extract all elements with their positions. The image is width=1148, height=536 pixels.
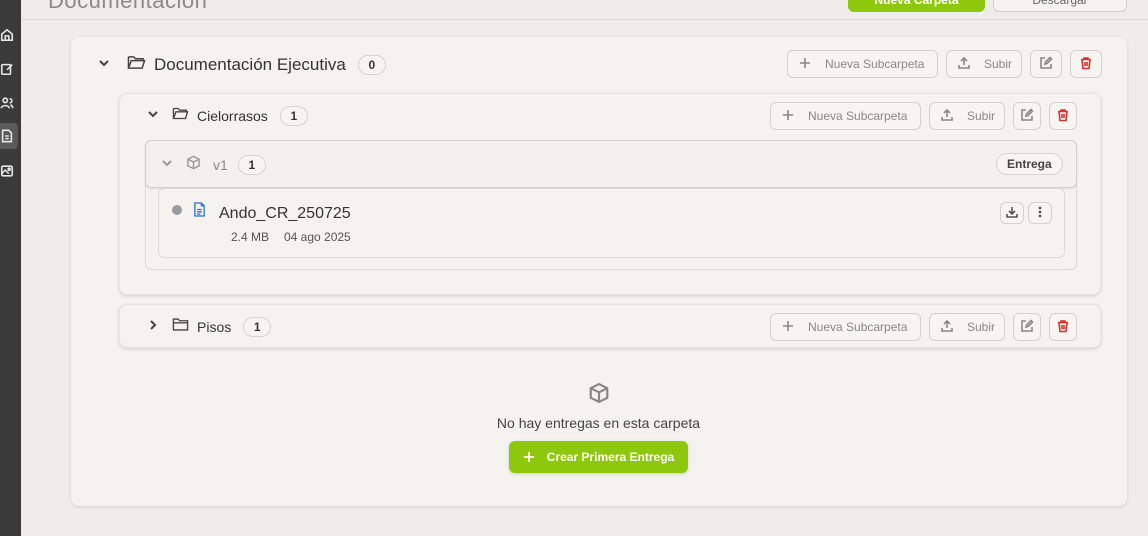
edit-folder-button[interactable]	[1013, 102, 1041, 130]
edit-folder-button[interactable]	[1030, 50, 1062, 78]
edit-icon[interactable]	[0, 56, 18, 82]
users-icon[interactable]	[0, 90, 18, 116]
upload-button[interactable]: Subir	[929, 102, 1005, 130]
edit-icon	[1020, 318, 1034, 336]
plus-icon	[798, 56, 812, 73]
page-title: Documentación	[48, 0, 208, 13]
version-name: v1	[213, 157, 228, 173]
edit-folder-button[interactable]	[1013, 313, 1041, 341]
upload-label: Subir	[984, 57, 1013, 71]
delete-folder-button[interactable]	[1049, 313, 1077, 341]
create-first-delivery-label: Crear Primera Entrega	[546, 450, 675, 464]
more-options-button[interactable]	[1028, 202, 1052, 224]
new-subfolder-label: Nueva Subcarpeta	[825, 57, 925, 71]
folder-open-icon	[172, 106, 189, 126]
home-icon[interactable]	[0, 22, 18, 48]
subfolder-name: Pisos	[197, 319, 232, 335]
status-dot	[172, 205, 182, 215]
more-vertical-icon	[1033, 205, 1047, 222]
trash-icon	[1056, 319, 1070, 336]
upload-label: Subir	[967, 109, 996, 123]
folder-open-icon	[127, 54, 146, 76]
documents-icon[interactable]	[0, 123, 18, 149]
file-text-icon	[193, 202, 206, 222]
file-size: 2.4 MB	[231, 230, 270, 244]
version-title-group: v1 1	[160, 155, 266, 175]
plus-icon	[781, 319, 795, 336]
chevron-down-icon[interactable]	[97, 56, 111, 75]
left-sidebar	[0, 0, 21, 536]
create-first-delivery-button[interactable]: Crear Primera Entrega	[509, 441, 688, 473]
delete-folder-button[interactable]	[1049, 102, 1077, 130]
plus-icon	[523, 451, 535, 463]
version-container: v1 1 Entrega Ando_CR_250725 2.4 MB 04 ag…	[145, 140, 1077, 270]
chevron-down-icon[interactable]	[160, 156, 174, 175]
cube-icon	[186, 155, 201, 175]
entrega-tag: Entrega	[996, 153, 1063, 175]
file-name[interactable]: Ando_CR_250725	[219, 205, 351, 223]
root-folder-header[interactable]: Documentación Ejecutiva 0	[97, 54, 386, 76]
edit-icon	[1020, 107, 1034, 125]
cube-icon	[588, 382, 610, 409]
plus-icon	[781, 108, 795, 125]
folder-icon	[172, 317, 189, 337]
file-item[interactable]: Ando_CR_250725 2.4 MB 04 ago 2025	[158, 188, 1065, 258]
subfolder-header[interactable]: Pisos 1	[146, 317, 272, 337]
subfolder-count: 1	[243, 317, 272, 337]
version-header[interactable]: v1 1 Entrega	[145, 140, 1077, 188]
chevron-down-icon[interactable]	[146, 107, 160, 126]
upload-icon	[957, 56, 971, 73]
version-count: 1	[237, 155, 266, 175]
new-subfolder-button[interactable]: Nueva Subcarpeta	[770, 102, 921, 130]
image-icon[interactable]	[0, 158, 18, 184]
download-file-button[interactable]	[1000, 202, 1024, 224]
trash-icon	[1056, 108, 1070, 125]
upload-icon	[940, 108, 954, 125]
delete-folder-button[interactable]	[1070, 50, 1102, 78]
root-folder-name: Documentación Ejecutiva	[154, 55, 346, 74]
download-icon	[1005, 205, 1019, 222]
edit-icon	[1039, 55, 1053, 73]
upload-icon	[940, 319, 954, 336]
trash-icon	[1079, 56, 1093, 73]
new-folder-button[interactable]: Nueva Carpeta	[848, 0, 985, 12]
subfolder-count: 1	[279, 106, 308, 126]
upload-label: Subir	[967, 320, 996, 334]
root-folder-count: 0	[357, 55, 386, 75]
upload-button[interactable]: Subir	[946, 50, 1022, 78]
folder-card: Documentación Ejecutiva 0 Nueva Subcarpe…	[71, 37, 1127, 506]
new-subfolder-button[interactable]: Nueva Subcarpeta	[787, 50, 938, 78]
new-subfolder-label: Nueva Subcarpeta	[808, 109, 908, 123]
subfolder-name: Cielorrasos	[197, 108, 268, 124]
subfolder-cielorrasos: Cielorrasos 1 Nueva Subcarpeta Subir v1 …	[119, 93, 1101, 295]
upload-button[interactable]: Subir	[929, 313, 1005, 341]
chevron-right-icon[interactable]	[146, 318, 160, 337]
new-subfolder-button[interactable]: Nueva Subcarpeta	[770, 313, 921, 341]
new-subfolder-label: Nueva Subcarpeta	[808, 320, 908, 334]
subfolder-header[interactable]: Cielorrasos 1	[146, 106, 308, 126]
file-date: 04 ago 2025	[284, 230, 351, 244]
download-button[interactable]: Descargar	[993, 0, 1127, 12]
empty-state-message: No hay entregas en esta carpeta	[496, 415, 701, 431]
subfolder-pisos: Pisos 1 Nueva Subcarpeta Subir	[119, 304, 1101, 348]
